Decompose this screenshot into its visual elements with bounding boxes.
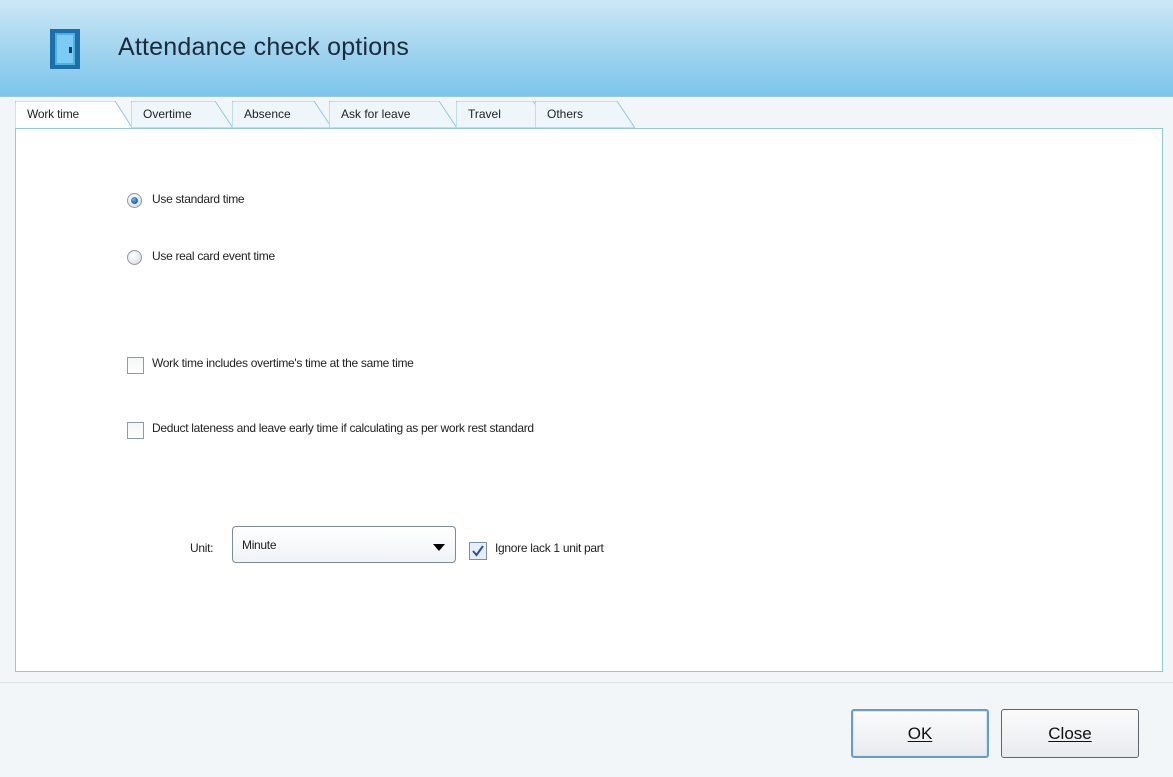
checkmark-icon [472,545,484,557]
deduct-lateness-option[interactable]: Deduct lateness and leave early time if … [127,421,534,439]
ok-button[interactable]: OK [851,709,989,758]
tab-ask-for-leave[interactable]: Ask for leave [329,101,457,128]
ok-button-label: OK [907,723,933,743]
overtime-included-checkbox[interactable] [127,357,144,374]
use-standard-time-label: Use standard time [152,192,245,206]
close-button[interactable]: Close [1001,709,1139,758]
tab-overtime-label: Overtime [143,107,192,121]
overtime-included-label: Work time includes overtime's time at th… [152,356,414,370]
tab-absence[interactable]: Absence [232,101,332,128]
use-real-card-event-time-radio[interactable] [127,250,142,265]
tab-work-time[interactable]: Work time [15,101,133,129]
tab-strip: Work time Overtime Absence Ask for leave… [15,101,1165,129]
use-standard-time-option[interactable]: Use standard time [127,192,245,208]
tab-overtime[interactable]: Overtime [131,101,233,128]
use-real-card-event-time-label: Use real card event time [152,249,275,263]
tab-others[interactable]: Others [535,101,635,128]
deduct-lateness-checkbox[interactable] [127,422,144,439]
close-button-label: Close [1048,723,1092,743]
use-standard-time-radio[interactable] [127,193,142,208]
tab-travel-label: Travel [468,107,501,121]
title-bar: Attendance check options [0,0,1173,97]
unit-select[interactable]: Minute [232,526,456,563]
tab-work-time-label: Work time [27,107,79,121]
footer-divider [0,682,1173,683]
ignore-lack-unit-checkbox[interactable] [469,542,487,560]
chevron-down-icon [433,544,445,551]
work-time-panel [15,128,1163,672]
tab-absence-label: Absence [244,107,291,121]
unit-select-value: Minute [242,538,277,552]
door-icon [50,29,80,69]
ignore-lack-unit-option[interactable]: Ignore lack 1 unit part [469,541,604,560]
use-real-card-event-time-option[interactable]: Use real card event time [127,249,275,265]
tab-others-label: Others [547,107,584,121]
ignore-lack-unit-label: Ignore lack 1 unit part [495,541,604,555]
overtime-included-option[interactable]: Work time includes overtime's time at th… [127,356,414,374]
tab-ask-for-leave-label: Ask for leave [341,107,411,121]
deduct-lateness-label: Deduct lateness and leave early time if … [152,421,534,435]
unit-label: Unit: [190,541,214,555]
window-title: Attendance check options [118,33,410,61]
